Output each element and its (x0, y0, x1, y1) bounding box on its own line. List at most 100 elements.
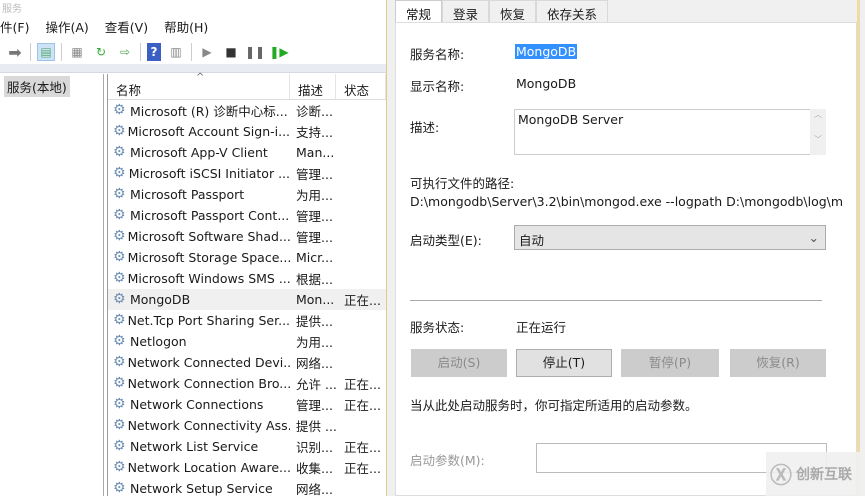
tab-general[interactable]: 常规 (395, 0, 443, 23)
service-name: Network Connectivity Ass... (127, 418, 290, 433)
service-status: 正在... (344, 398, 381, 413)
stop-button[interactable]: 停止(T) (516, 349, 612, 377)
pause-service-icon[interactable]: ❚❚ (245, 43, 265, 61)
services-list: ^ 名称 描述 状态 ⚙ Microsoft (R) 诊断中心标... 诊断... ⚙… (107, 72, 386, 497)
resume-button[interactable]: 恢复(R) (730, 349, 826, 377)
table-row[interactable]: ⚙ Microsoft Storage Space... Micr... (108, 247, 386, 268)
service-name-cell: ⚙ Microsoft Software Shad... (108, 229, 290, 244)
table-row[interactable]: ⚙ Microsoft Windows SMS ... 根据... (108, 268, 386, 289)
gear-icon: ⚙ (113, 334, 126, 349)
description-label: 描述: (410, 120, 440, 135)
watermark-logo-icon: Ⓧ (770, 464, 793, 489)
table-row[interactable]: ⚙ Microsoft Software Shad... 管理... (108, 226, 386, 247)
start-button[interactable]: 启动(S) (411, 349, 507, 377)
service-name: Network List Service (130, 439, 259, 454)
stop-service-icon[interactable]: ■ (222, 43, 240, 61)
general-panel: 服务名称: MongoDB 显示名称: MongoDB 描述: MongoDB … (395, 22, 857, 496)
tab-dependencies[interactable]: 依存关系 (536, 0, 609, 22)
column-description[interactable]: 描述 (290, 74, 336, 99)
startup-type-value: 自动 (519, 233, 545, 248)
service-name: Netlogon (130, 334, 187, 349)
restart-service-icon[interactable]: ❚▶ (269, 43, 288, 61)
table-row[interactable]: ⚙ Microsoft App-V Client Man... (108, 142, 386, 163)
forward-icon[interactable]: ➡ (6, 43, 24, 62)
service-description: 网络... (296, 356, 333, 371)
gear-icon: ⚙ (113, 439, 126, 454)
gear-icon: ⚙ (113, 460, 126, 475)
show-console-tree-icon[interactable]: ▤ (37, 43, 55, 61)
table-row[interactable]: ⚙ Netlogon 为用... (108, 331, 386, 352)
display-name-value[interactable]: MongoDB (516, 76, 576, 91)
table-row[interactable]: ⚙ Microsoft iSCSI Initiator ... 管理... (108, 163, 386, 184)
scroll-down-icon[interactable]: ﹀ (810, 134, 826, 145)
display-name-label: 显示名称: (410, 79, 465, 94)
service-name-cell: ⚙ Microsoft (R) 诊断中心标... (108, 101, 290, 120)
help-icon[interactable]: ? (147, 43, 161, 61)
description-field[interactable]: MongoDB Server (514, 109, 826, 155)
gear-icon: ⚙ (113, 250, 126, 265)
gear-icon: ⚙ (113, 271, 126, 286)
refresh-icon[interactable]: ↻ (92, 43, 110, 61)
gear-icon: ⚙ (113, 418, 126, 433)
service-description: 管理... (296, 209, 333, 224)
gear-icon: ⚙ (113, 187, 126, 202)
table-row[interactable]: ⚙ Microsoft Account Sign-i... 支持... (108, 121, 386, 142)
tab-logon[interactable]: 登录 (442, 0, 490, 22)
console-tree: 服务(本地) (0, 74, 104, 496)
properties-icon[interactable]: ▦ (68, 43, 86, 61)
table-row[interactable]: ⚙ Microsoft (R) 诊断中心标... 诊断... (108, 100, 386, 121)
table-row[interactable]: ⚙ Microsoft Passport Cont... 管理... (108, 205, 386, 226)
service-status: 正在... (344, 293, 381, 308)
service-description: 管理... (296, 230, 333, 245)
service-name-label: 服务名称: (410, 47, 465, 62)
export-list-icon[interactable]: ⇨ (116, 43, 134, 61)
startup-hint: 当从此处启动服务时，你可指定所适用的启动参数。 (410, 398, 698, 413)
service-name: Network Connection Bro... (127, 376, 290, 391)
pause-button[interactable]: 暂停(P) (621, 349, 719, 377)
description-scrollbar[interactable]: ︿ ﹀ (810, 109, 826, 155)
scroll-up-icon[interactable]: ︿ (810, 109, 826, 120)
menu-help[interactable]: 帮助(H) (164, 18, 216, 38)
table-row[interactable]: ⚙ Network Location Aware... 收集... 正在... (108, 457, 386, 478)
startup-type-select[interactable]: 自动 ⌄ (514, 225, 826, 250)
action-pane-icon[interactable]: ▥ (167, 43, 185, 61)
service-description: 收集... (296, 461, 333, 476)
gear-icon: ⚙ (113, 313, 126, 328)
service-description: 支持... (296, 125, 333, 140)
menu-view[interactable]: 查看(V) (105, 18, 156, 38)
service-description: 管理... (296, 398, 333, 413)
service-name-value[interactable]: MongoDB (515, 44, 578, 59)
watermark-text: 创新互联 (796, 467, 853, 483)
service-status: 正在... (344, 461, 381, 476)
table-row[interactable]: ⚙ Network Connection Bro... 允许 ... 正在... (108, 373, 386, 394)
menu-action[interactable]: 操作(A) (45, 18, 96, 38)
gear-icon: ⚙ (113, 124, 126, 139)
service-name: Microsoft iSCSI Initiator ... (128, 166, 290, 181)
menu-file[interactable]: 件(F) (0, 18, 37, 38)
table-row[interactable]: ⚙ MongoDB Mon... 正在... (108, 289, 386, 310)
mongodb-properties-dialog: 常规 登录 恢复 依存关系 服务名称: MongoDB 显示名称: MongoD… (386, 0, 865, 496)
table-row[interactable]: ⚙ Network Connections 管理... 正在... (108, 394, 386, 415)
service-name-cell: ⚙ MongoDB (108, 292, 290, 307)
tab-bar: 常规 登录 恢复 依存关系 (395, 0, 609, 23)
column-status[interactable]: 状态 (336, 74, 386, 99)
path-value[interactable]: D:\mongodb\Server\3.2\bin\mongod.exe --l… (410, 194, 842, 209)
service-description: 诊断... (296, 104, 333, 119)
table-row[interactable]: ⚙ Network List Service 识别... 正在... (108, 436, 386, 457)
separator (61, 43, 62, 61)
table-row[interactable]: ⚙ Network Connectivity Ass... 提供 ... (108, 415, 386, 436)
table-row[interactable]: ⚙ Microsoft Passport 为用... (108, 184, 386, 205)
gear-icon: ⚙ (113, 166, 126, 181)
service-name-cell: ⚙ Microsoft App-V Client (108, 145, 290, 160)
service-name-cell: ⚙ Network Location Aware... (108, 460, 290, 475)
table-row[interactable]: ⚙ Network Connected Devi... 网络... (108, 352, 386, 373)
service-status-label: 服务状态: (410, 320, 465, 335)
tree-node-services-local[interactable]: 服务(本地) (4, 76, 70, 97)
service-name-cell: ⚙ Network List Service (108, 439, 290, 454)
start-service-icon[interactable]: ▶ (198, 43, 216, 61)
service-name: Microsoft (R) 诊断中心标... (130, 104, 288, 119)
service-name-cell: ⚙ Network Connectivity Ass... (108, 418, 290, 433)
table-row[interactable]: ⚙ Net.Tcp Port Sharing Ser... 提供... (108, 310, 386, 331)
tab-recovery[interactable]: 恢复 (489, 0, 537, 22)
gear-icon: ⚙ (113, 397, 126, 412)
